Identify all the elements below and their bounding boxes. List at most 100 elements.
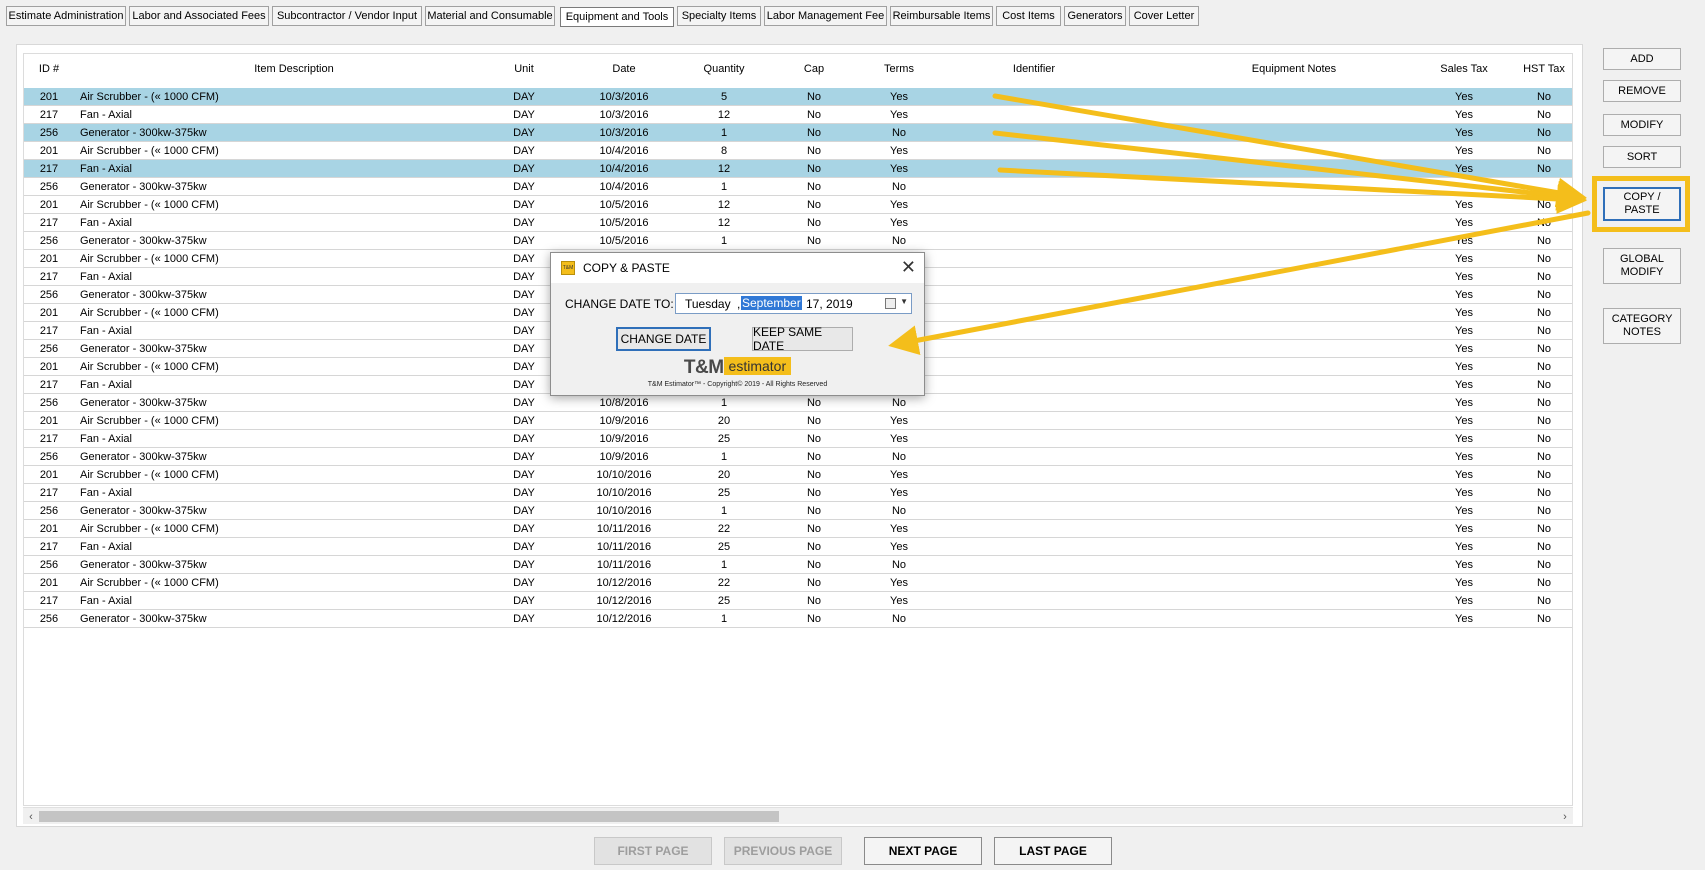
scroll-left-icon[interactable]: ‹: [24, 810, 38, 824]
sort-button[interactable]: SORT: [1603, 146, 1681, 168]
keep-same-date-button[interactable]: KEEP SAME DATE: [752, 325, 853, 353]
cell-quantity: 22: [717, 523, 731, 535]
cell-sales-tax: Yes: [1455, 487, 1473, 499]
table-row[interactable]: 256 Generator - 300kw-375kw DAY 10/9/2016 1 N…: [24, 448, 1572, 466]
table-row[interactable]: 217 Fan - Axial DAY 10/11/2016 25 No Yes Yes No: [24, 538, 1572, 556]
change-date-button[interactable]: CHANGE DATE: [616, 327, 711, 351]
tab-labor-management-fee[interactable]: Labor Management Fee: [764, 6, 887, 26]
cell-sales-tax: Yes: [1455, 127, 1473, 139]
table-row[interactable]: 217 Fan - Axial DAY 10/4/2016 12 No Yes Yes No: [24, 160, 1572, 178]
date-month-selected[interactable]: September: [741, 296, 802, 310]
table-row[interactable]: 256 Generator - 300kw-375kw DAY 10/12/2016 1…: [24, 610, 1572, 628]
previous-page-button[interactable]: PREVIOUS PAGE: [724, 837, 842, 865]
table-row[interactable]: 217 Fan - Axial DAY 10/9/2016 25 No Yes Yes No: [24, 430, 1572, 448]
column-header-description[interactable]: Item Description: [144, 63, 444, 75]
scroll-right-icon[interactable]: ›: [1558, 810, 1572, 824]
table-row[interactable]: 201 Air Scrubber - (« 1000 CFM) DAY 10/12/2…: [24, 574, 1572, 592]
calendar-icon[interactable]: [885, 298, 896, 309]
column-header-quantity[interactable]: Quantity: [684, 63, 764, 75]
cell-sales-tax: Yes: [1455, 379, 1473, 391]
date-picker[interactable]: Tuesday , September 17, 2019 ▼: [675, 293, 912, 314]
table-row[interactable]: 256 Generator - 300kw-375kw DAY 10/8/2016 1 N…: [24, 394, 1572, 412]
column-header-equipment-notes[interactable]: Equipment Notes: [1174, 63, 1414, 75]
cell-terms: No: [891, 451, 907, 463]
scroll-thumb[interactable]: [39, 811, 779, 822]
cell-id: 201: [39, 415, 59, 427]
next-page-button[interactable]: NEXT PAGE: [864, 837, 982, 865]
table-row[interactable]: 256 Generator - 300kw-375kw DAY 10/11/2016 1…: [24, 556, 1572, 574]
column-header-unit[interactable]: Unit: [484, 63, 564, 75]
table-row[interactable]: 201 Air Scrubber - (« 1000 CFM) DAY 10/11/2…: [24, 520, 1572, 538]
cell-id: 201: [39, 361, 59, 373]
cell-description: Generator - 300kw-375kw: [80, 613, 207, 625]
table-row[interactable]: 201 Air Scrubber - (« 1000 CFM) DAY 10/4/20…: [24, 142, 1572, 160]
tab-cost-items[interactable]: Cost Items: [996, 6, 1061, 26]
cell-sales-tax: Yes: [1455, 397, 1473, 409]
horizontal-scrollbar[interactable]: ‹ ›: [23, 807, 1573, 824]
cell-id: 256: [39, 235, 59, 247]
tab-subcontractor-vendor-input[interactable]: Subcontractor / Vendor Input: [272, 6, 422, 26]
cell-quantity: 1: [720, 451, 728, 463]
table-row[interactable]: 217 Fan - Axial DAY 10/10/2016 25 No Yes Yes No: [24, 484, 1572, 502]
tab-cover-letter[interactable]: Cover Letter: [1129, 6, 1199, 26]
cell-id: 217: [39, 325, 59, 337]
cell-unit: DAY: [513, 199, 535, 211]
tab-material-and-consumable[interactable]: Material and Consumable: [425, 6, 555, 26]
table-row[interactable]: 201 Air Scrubber - (« 1000 CFM) DAY 10/5/20…: [24, 196, 1572, 214]
cell-unit: DAY: [513, 109, 535, 121]
cell-id: 217: [39, 163, 59, 175]
tab-specialty-items[interactable]: Specialty Items: [677, 6, 761, 26]
first-page-button[interactable]: FIRST PAGE: [594, 837, 712, 865]
cell-hst-tax: No: [1536, 433, 1552, 445]
cell-description: Fan - Axial: [80, 217, 132, 229]
table-row[interactable]: 217 Fan - Axial DAY 10/5/2016 12 No Yes Yes No: [24, 214, 1572, 232]
table-row[interactable]: 217 Fan - Axial DAY 10/12/2016 25 No Yes Yes No: [24, 592, 1572, 610]
cell-date: 10/5/2016: [599, 235, 649, 247]
column-header-terms[interactable]: Terms: [864, 63, 934, 75]
cell-id: 201: [39, 199, 59, 211]
copy-paste-button[interactable]: COPY / PASTE: [1603, 187, 1681, 221]
tab-labor-and-associated-fees[interactable]: Labor and Associated Fees: [129, 6, 269, 26]
modify-button[interactable]: MODIFY: [1603, 114, 1681, 136]
tab-estimate-administration[interactable]: Estimate Administration: [6, 6, 126, 26]
cell-hst-tax: No: [1536, 379, 1552, 391]
cell-terms: Yes: [890, 217, 908, 229]
table-row[interactable]: 256 Generator - 300kw-375kw DAY 10/10/2016 1…: [24, 502, 1572, 520]
add-button[interactable]: ADD: [1603, 48, 1681, 70]
cell-date: 10/9/2016: [599, 451, 649, 463]
column-header-cap[interactable]: Cap: [784, 63, 844, 75]
cell-sales-tax: Yes: [1455, 361, 1473, 373]
table-row[interactable]: 201 Air Scrubber - (« 1000 CFM) DAY 10/9/20…: [24, 412, 1572, 430]
table-row[interactable]: 201 Air Scrubber - (« 1000 CFM) DAY 10/10/2…: [24, 466, 1572, 484]
cell-description: Fan - Axial: [80, 271, 132, 283]
column-header-identifier[interactable]: Identifier: [984, 63, 1084, 75]
remove-button[interactable]: REMOVE: [1603, 80, 1681, 102]
close-icon[interactable]: ✕: [901, 256, 916, 278]
cell-sales-tax: Yes: [1455, 235, 1473, 247]
cell-id: 201: [39, 253, 59, 265]
cell-sales-tax: Yes: [1455, 217, 1473, 229]
table-row[interactable]: 256 Generator - 300kw-375kw DAY 10/5/2016 1 N…: [24, 232, 1572, 250]
column-header-id[interactable]: ID #: [24, 63, 74, 75]
tab-reimbursable-items[interactable]: Reimbursable Items: [890, 6, 993, 26]
cell-quantity: 20: [717, 415, 731, 427]
cell-hst-tax: [1514, 180, 1572, 194]
cell-hst-tax: No: [1536, 325, 1552, 337]
cell-sales-tax: Yes: [1455, 199, 1473, 211]
column-header-sales-tax[interactable]: Sales Tax: [1424, 63, 1504, 75]
tab-generators[interactable]: Generators: [1064, 6, 1126, 26]
column-header-date[interactable]: Date: [574, 63, 674, 75]
category-notes-button[interactable]: CATEGORY NOTES: [1603, 308, 1681, 344]
cell-unit: DAY: [513, 487, 535, 499]
global-modify-button[interactable]: GLOBAL MODIFY: [1603, 248, 1681, 284]
last-page-button[interactable]: LAST PAGE: [994, 837, 1112, 865]
tab-equipment-and-tools[interactable]: Equipment and Tools: [560, 7, 674, 27]
cell-hst-tax: No: [1536, 613, 1552, 625]
table-row[interactable]: 256 Generator - 300kw-375kw DAY 10/3/2016 1 N…: [24, 124, 1572, 142]
table-row[interactable]: 201 Air Scrubber - (« 1000 CFM) DAY 10/3/20…: [24, 88, 1572, 106]
cell-quantity: 1: [720, 397, 728, 409]
column-header-hst-tax[interactable]: HST Tax: [1514, 63, 1572, 75]
table-row[interactable]: 217 Fan - Axial DAY 10/3/2016 12 No Yes Yes No: [24, 106, 1572, 124]
table-row[interactable]: 256 Generator - 300kw-375kw DAY 10/4/2016 1 N…: [24, 178, 1572, 196]
chevron-down-icon[interactable]: ▼: [900, 297, 908, 306]
